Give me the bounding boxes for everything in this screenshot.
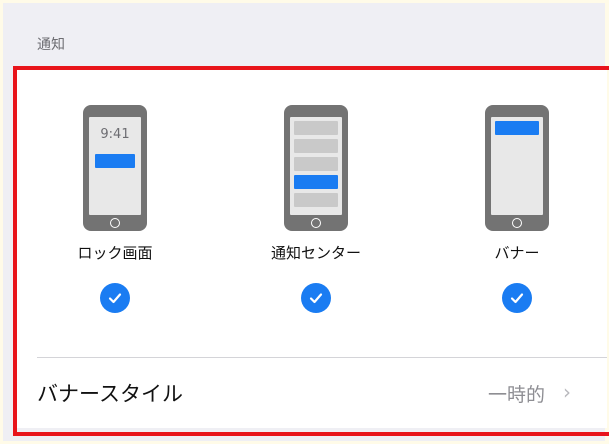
option-lock-screen[interactable]: 9:41 ロック画面	[35, 105, 195, 313]
notification-center-phone-icon	[284, 105, 348, 231]
notification-bar	[495, 121, 539, 135]
notification-center-checkmark-icon[interactable]	[301, 283, 331, 313]
home-button-icon	[311, 218, 321, 228]
list-row-shape	[294, 157, 338, 171]
home-button-icon	[512, 218, 522, 228]
banner-style-value: 一時的	[488, 384, 546, 406]
list-row-shape	[294, 121, 338, 135]
option-label-notification-center: 通知センター	[270, 244, 361, 262]
lock-screen-phone-icon: 9:41	[83, 105, 147, 231]
banner-phone-icon	[485, 105, 549, 231]
notification-bar	[294, 175, 338, 189]
home-button-icon	[110, 218, 120, 228]
banner-checkmark-icon[interactable]	[502, 283, 532, 313]
lock-screen-time: 9:41	[100, 127, 130, 142]
chevron-right-icon: ›	[563, 380, 571, 404]
banner-style-label: バナースタイル	[37, 382, 183, 406]
list-row-shape	[294, 139, 338, 153]
option-label-banner: バナー	[494, 244, 540, 262]
list-row-shape	[294, 193, 338, 207]
lock-screen-checkmark-icon[interactable]	[100, 283, 130, 313]
option-banner[interactable]: バナー	[437, 105, 597, 313]
notification-bar	[95, 154, 135, 168]
section-header-notifications: 通知	[37, 37, 65, 53]
option-notification-center[interactable]: 通知センター	[236, 105, 396, 313]
divider	[37, 357, 607, 358]
option-label-lock-screen: ロック画面	[77, 244, 153, 262]
